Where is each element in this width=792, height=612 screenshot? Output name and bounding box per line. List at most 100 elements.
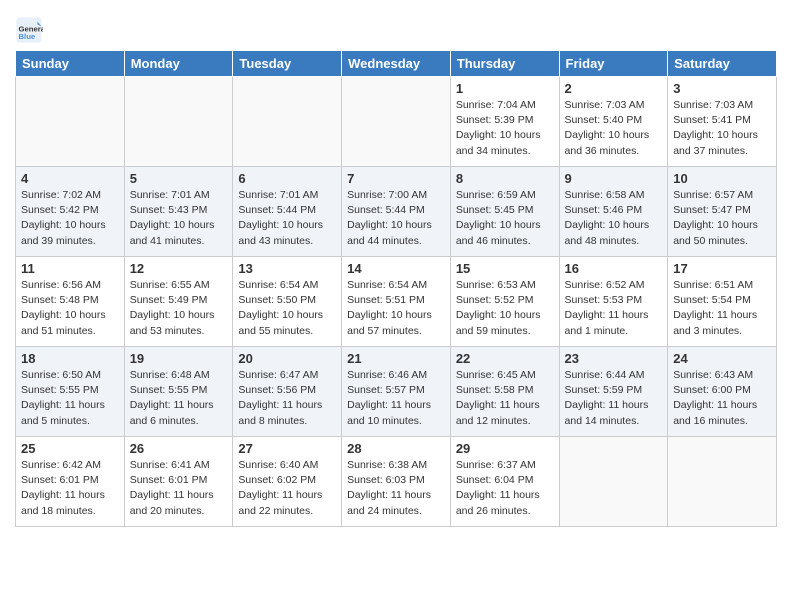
calendar-cell: 24 Sunrise: 6:43 AM Sunset: 6:00 PM Dayli… xyxy=(668,347,777,437)
calendar-cell: 11Sunrise: 6:56 AM Sunset: 5:48 PM Dayli… xyxy=(16,257,125,347)
calendar-cell xyxy=(16,77,125,167)
calendar-week-row: 25Sunrise: 6:42 AM Sunset: 6:01 PM Dayli… xyxy=(16,437,777,527)
calendar-cell: 17 Sunrise: 6:51 AM Sunset: 5:54 PM Dayli… xyxy=(668,257,777,347)
weekday-header-monday: Monday xyxy=(124,51,233,77)
calendar-cell: 12 Sunrise: 6:55 AM Sunset: 5:49 PM Dayli… xyxy=(124,257,233,347)
day-info: Sunrise: 6:41 AM Sunset: 6:01 PM Dayligh… xyxy=(130,458,228,519)
day-number: 20 xyxy=(238,351,336,366)
day-number: 15 xyxy=(456,261,554,276)
calendar-cell: 5 Sunrise: 7:01 AM Sunset: 5:43 PM Daylig… xyxy=(124,167,233,257)
day-number: 28 xyxy=(347,441,445,456)
calendar-cell: 16 Sunrise: 6:52 AM Sunset: 5:53 PM Dayli… xyxy=(559,257,668,347)
calendar-cell: 4 Sunrise: 7:02 AM Sunset: 5:42 PM Daylig… xyxy=(16,167,125,257)
calendar-cell: 8 Sunrise: 6:59 AM Sunset: 5:45 PM Daylig… xyxy=(450,167,559,257)
day-number: 2 xyxy=(565,81,663,96)
day-info: Sunrise: 6:53 AM Sunset: 5:52 PM Dayligh… xyxy=(456,278,554,339)
day-info: Sunrise: 6:52 AM Sunset: 5:53 PM Dayligh… xyxy=(565,278,663,339)
day-info: Sunrise: 7:01 AM Sunset: 5:43 PM Dayligh… xyxy=(130,188,228,249)
calendar-cell: 2Sunrise: 7:03 AM Sunset: 5:40 PM Daylig… xyxy=(559,77,668,167)
day-info: Sunrise: 6:48 AM Sunset: 5:55 PM Dayligh… xyxy=(130,368,228,429)
calendar-cell: 29 Sunrise: 6:37 AM Sunset: 6:04 PM Dayli… xyxy=(450,437,559,527)
weekday-header-friday: Friday xyxy=(559,51,668,77)
day-info: Sunrise: 7:02 AM Sunset: 5:42 PM Dayligh… xyxy=(21,188,119,249)
day-number: 16 xyxy=(565,261,663,276)
day-info: Sunrise: 6:50 AM Sunset: 5:55 PM Dayligh… xyxy=(21,368,119,429)
calendar-cell: 19Sunrise: 6:48 AM Sunset: 5:55 PM Dayli… xyxy=(124,347,233,437)
calendar-cell xyxy=(233,77,342,167)
day-info: Sunrise: 7:01 AM Sunset: 5:44 PM Dayligh… xyxy=(238,188,336,249)
calendar-cell: 20 Sunrise: 6:47 AM Sunset: 5:56 PM Dayli… xyxy=(233,347,342,437)
day-number: 14 xyxy=(347,261,445,276)
weekday-header-tuesday: Tuesday xyxy=(233,51,342,77)
calendar-cell: 15 Sunrise: 6:53 AM Sunset: 5:52 PM Dayli… xyxy=(450,257,559,347)
day-info: Sunrise: 6:56 AM Sunset: 5:48 PM Dayligh… xyxy=(21,278,119,339)
calendar-cell xyxy=(124,77,233,167)
day-number: 7 xyxy=(347,171,445,186)
day-info: Sunrise: 6:44 AM Sunset: 5:59 PM Dayligh… xyxy=(565,368,663,429)
day-number: 13 xyxy=(238,261,336,276)
day-info: Sunrise: 6:54 AM Sunset: 5:50 PM Dayligh… xyxy=(238,278,336,339)
calendar-cell: 10 Sunrise: 6:57 AM Sunset: 5:47 PM Dayli… xyxy=(668,167,777,257)
weekday-header-sunday: Sunday xyxy=(16,51,125,77)
weekday-header-saturday: Saturday xyxy=(668,51,777,77)
day-info: Sunrise: 6:51 AM Sunset: 5:54 PM Dayligh… xyxy=(673,278,771,339)
logo-icon: General Blue xyxy=(15,16,43,44)
day-number: 1 xyxy=(456,81,554,96)
day-number: 21 xyxy=(347,351,445,366)
calendar-cell: 9Sunrise: 6:58 AM Sunset: 5:46 PM Daylig… xyxy=(559,167,668,257)
day-number: 23 xyxy=(565,351,663,366)
day-number: 29 xyxy=(456,441,554,456)
day-number: 24 xyxy=(673,351,771,366)
day-number: 22 xyxy=(456,351,554,366)
calendar-week-row: 4 Sunrise: 7:02 AM Sunset: 5:42 PM Daylig… xyxy=(16,167,777,257)
calendar-cell xyxy=(342,77,451,167)
calendar-week-row: 11Sunrise: 6:56 AM Sunset: 5:48 PM Dayli… xyxy=(16,257,777,347)
day-info: Sunrise: 7:04 AM Sunset: 5:39 PM Dayligh… xyxy=(456,98,554,159)
calendar-cell: 14Sunrise: 6:54 AM Sunset: 5:51 PM Dayli… xyxy=(342,257,451,347)
day-info: Sunrise: 6:47 AM Sunset: 5:56 PM Dayligh… xyxy=(238,368,336,429)
weekday-header-wednesday: Wednesday xyxy=(342,51,451,77)
calendar-cell: 13 Sunrise: 6:54 AM Sunset: 5:50 PM Dayli… xyxy=(233,257,342,347)
calendar-cell: 21 Sunrise: 6:46 AM Sunset: 5:57 PM Dayli… xyxy=(342,347,451,437)
calendar-cell: 18 Sunrise: 6:50 AM Sunset: 5:55 PM Dayli… xyxy=(16,347,125,437)
day-number: 26 xyxy=(130,441,228,456)
day-number: 3 xyxy=(673,81,771,96)
day-number: 12 xyxy=(130,261,228,276)
day-number: 17 xyxy=(673,261,771,276)
calendar-cell: 22 Sunrise: 6:45 AM Sunset: 5:58 PM Dayli… xyxy=(450,347,559,437)
calendar-cell: 1 Sunrise: 7:04 AM Sunset: 5:39 PM Daylig… xyxy=(450,77,559,167)
calendar-cell: 23 Sunrise: 6:44 AM Sunset: 5:59 PM Dayli… xyxy=(559,347,668,437)
day-info: Sunrise: 6:59 AM Sunset: 5:45 PM Dayligh… xyxy=(456,188,554,249)
day-info: Sunrise: 6:45 AM Sunset: 5:58 PM Dayligh… xyxy=(456,368,554,429)
day-number: 9 xyxy=(565,171,663,186)
page-header: General Blue xyxy=(15,10,777,44)
logo: General Blue xyxy=(15,16,47,44)
day-number: 27 xyxy=(238,441,336,456)
day-info: Sunrise: 6:40 AM Sunset: 6:02 PM Dayligh… xyxy=(238,458,336,519)
calendar-cell: 26 Sunrise: 6:41 AM Sunset: 6:01 PM Dayli… xyxy=(124,437,233,527)
day-info: Sunrise: 6:55 AM Sunset: 5:49 PM Dayligh… xyxy=(130,278,228,339)
calendar-week-row: 1 Sunrise: 7:04 AM Sunset: 5:39 PM Daylig… xyxy=(16,77,777,167)
day-number: 10 xyxy=(673,171,771,186)
day-info: Sunrise: 6:43 AM Sunset: 6:00 PM Dayligh… xyxy=(673,368,771,429)
day-number: 5 xyxy=(130,171,228,186)
weekday-header-thursday: Thursday xyxy=(450,51,559,77)
calendar-cell: 28 Sunrise: 6:38 AM Sunset: 6:03 PM Dayli… xyxy=(342,437,451,527)
day-number: 25 xyxy=(21,441,119,456)
day-info: Sunrise: 6:37 AM Sunset: 6:04 PM Dayligh… xyxy=(456,458,554,519)
svg-text:Blue: Blue xyxy=(19,32,36,41)
day-number: 18 xyxy=(21,351,119,366)
day-info: Sunrise: 7:00 AM Sunset: 5:44 PM Dayligh… xyxy=(347,188,445,249)
day-number: 6 xyxy=(238,171,336,186)
calendar-cell: 25Sunrise: 6:42 AM Sunset: 6:01 PM Dayli… xyxy=(16,437,125,527)
day-info: Sunrise: 6:57 AM Sunset: 5:47 PM Dayligh… xyxy=(673,188,771,249)
day-number: 8 xyxy=(456,171,554,186)
calendar-cell xyxy=(559,437,668,527)
calendar-table: SundayMondayTuesdayWednesdayThursdayFrid… xyxy=(15,50,777,527)
calendar-cell: 27 Sunrise: 6:40 AM Sunset: 6:02 PM Dayli… xyxy=(233,437,342,527)
day-info: Sunrise: 7:03 AM Sunset: 5:41 PM Dayligh… xyxy=(673,98,771,159)
day-number: 4 xyxy=(21,171,119,186)
day-info: Sunrise: 6:46 AM Sunset: 5:57 PM Dayligh… xyxy=(347,368,445,429)
calendar-cell xyxy=(668,437,777,527)
day-info: Sunrise: 6:38 AM Sunset: 6:03 PM Dayligh… xyxy=(347,458,445,519)
